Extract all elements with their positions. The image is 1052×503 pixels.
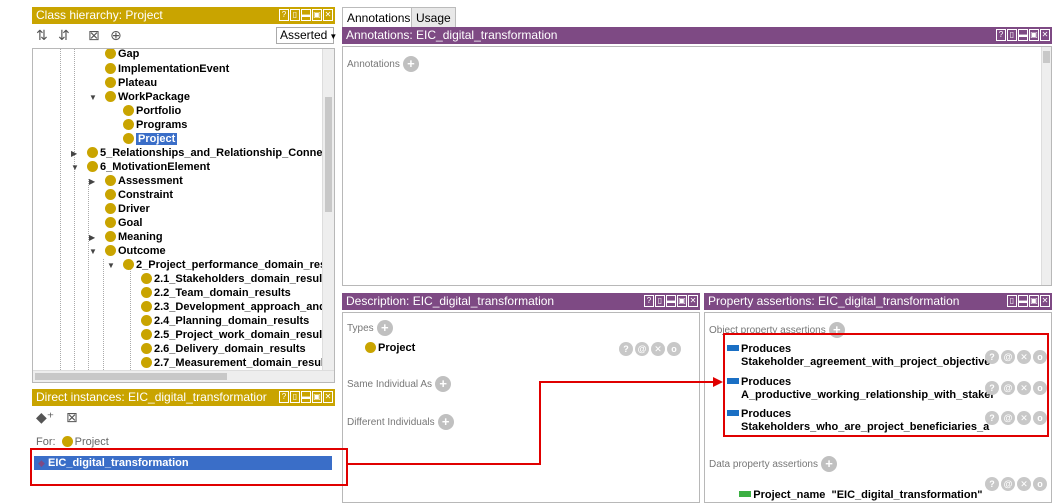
- highlight-connector-arrow: [348, 377, 723, 465]
